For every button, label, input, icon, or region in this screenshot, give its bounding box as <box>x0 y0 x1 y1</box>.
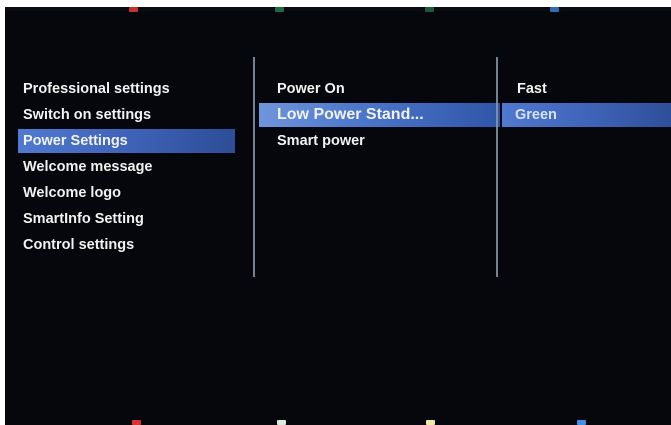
red-key[interactable] <box>132 420 141 425</box>
menu-item-control-settings[interactable]: Control settings <box>5 233 221 257</box>
menu-item-low-power-standby[interactable]: Low Power Stand... <box>259 103 500 127</box>
menu-item-professional-settings[interactable]: Professional settings <box>5 77 221 101</box>
menu-item-smartinfo-setting[interactable]: SmartInfo Setting <box>5 207 221 231</box>
green-key[interactable] <box>277 420 286 425</box>
blue-key-top <box>550 7 559 12</box>
menu-item-switch-on-settings[interactable]: Switch on settings <box>5 103 221 127</box>
menu-item-welcome-logo[interactable]: Welcome logo <box>5 181 221 205</box>
menu-item-welcome-message[interactable]: Welcome message <box>5 155 221 179</box>
yellow-key[interactable] <box>426 420 435 425</box>
yellow-key-top <box>425 7 434 12</box>
menu-item-power-on[interactable]: Power On <box>257 77 465 101</box>
column-divider-1 <box>253 57 255 277</box>
top-edge <box>5 7 671 11</box>
option-fast[interactable]: Fast <box>500 77 671 101</box>
column-divider-2 <box>496 57 498 277</box>
menu-item-smart-power[interactable]: Smart power <box>257 129 465 153</box>
menu-item-power-settings[interactable]: Power Settings <box>18 129 235 153</box>
red-key-top <box>129 7 138 12</box>
tv-screen: Professional settings Switch on settings… <box>5 7 671 425</box>
blue-key[interactable] <box>577 420 586 425</box>
option-green[interactable]: Green <box>502 103 671 127</box>
green-key-top <box>275 7 284 12</box>
